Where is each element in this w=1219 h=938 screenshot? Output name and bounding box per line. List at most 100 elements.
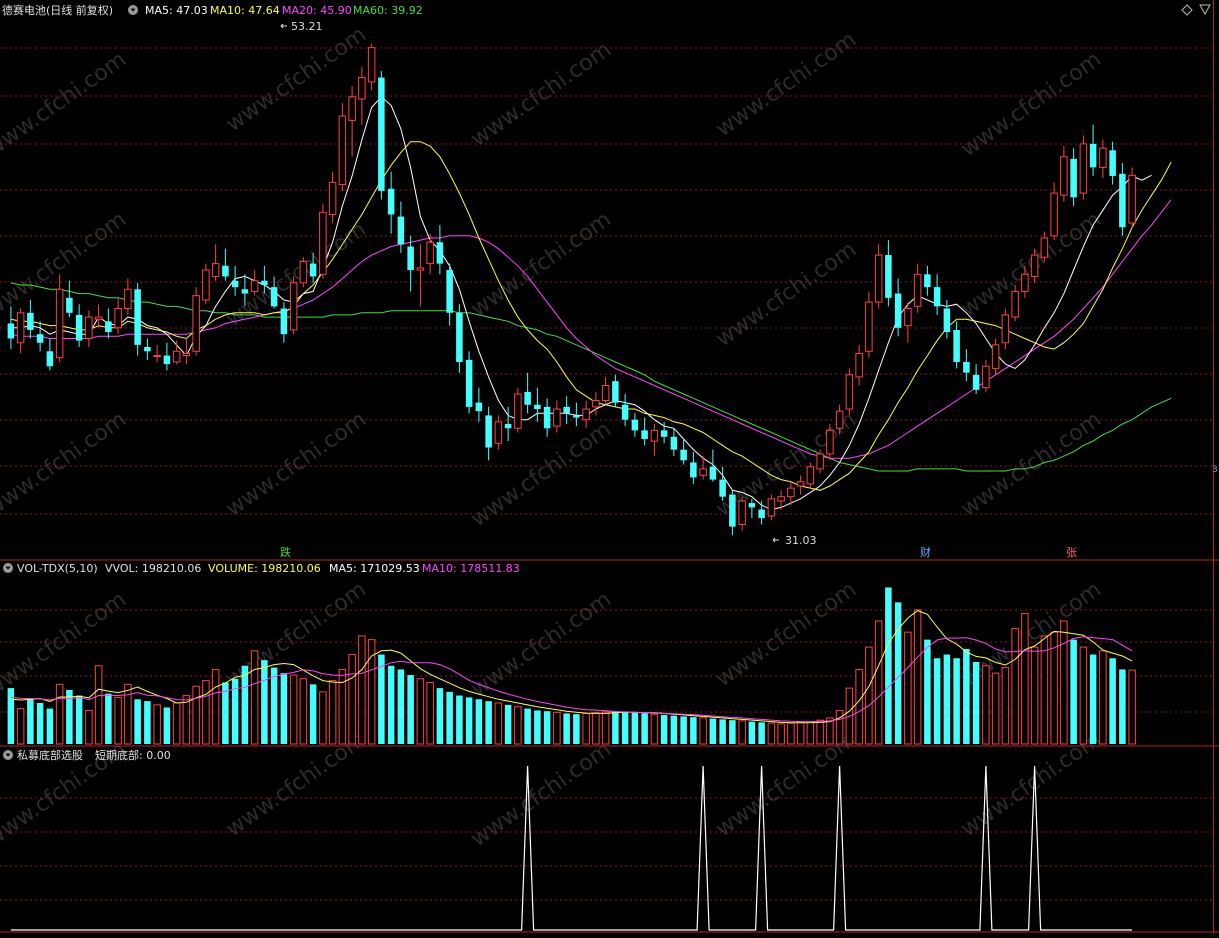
candle <box>436 225 444 275</box>
candle-body <box>748 503 756 508</box>
candle-body <box>378 77 385 191</box>
volume-bar <box>943 654 951 744</box>
candle <box>592 391 600 416</box>
candle <box>134 282 141 356</box>
marker-die[interactable]: 跌 <box>280 545 291 559</box>
candle-body <box>524 391 531 405</box>
volume-bar <box>436 688 444 744</box>
axis-edge-label: 3 <box>1212 465 1218 475</box>
candle-body <box>114 308 122 329</box>
candle-body <box>680 449 687 461</box>
volume-bar <box>446 691 453 744</box>
volume-bar <box>543 711 551 744</box>
volume-bar <box>1001 667 1010 745</box>
volume-bar <box>1099 650 1107 745</box>
candle <box>36 321 44 352</box>
collapse-icon[interactable] <box>1199 4 1211 16</box>
candle-body <box>601 384 610 401</box>
candle-body <box>1060 156 1068 196</box>
candle <box>601 376 610 405</box>
candle-body <box>690 462 697 478</box>
candle-body <box>796 481 805 487</box>
candle <box>982 359 990 392</box>
candle <box>913 263 922 313</box>
candle <box>885 240 892 307</box>
candle <box>865 291 873 358</box>
candle <box>573 402 580 427</box>
candle-body <box>153 355 161 358</box>
volume-bar <box>885 587 892 744</box>
candle-body <box>913 273 922 307</box>
candle <box>670 428 678 457</box>
candle-body <box>534 404 541 410</box>
volume-bar <box>338 668 347 745</box>
main-dropdown-icon[interactable] <box>128 5 138 15</box>
candle-body <box>767 498 776 517</box>
volume-bar <box>660 714 668 744</box>
volume-label: VOLUME: 198210.06 <box>208 562 321 575</box>
indicator-dropdown-icon[interactable] <box>3 750 13 760</box>
volume-bar <box>924 639 931 744</box>
marker-cai[interactable]: 财 <box>920 545 931 559</box>
candle-body <box>134 289 141 345</box>
candle-body <box>943 308 951 333</box>
volume-bar <box>378 654 385 744</box>
candle-body <box>777 496 785 502</box>
watermark-text: www.cfchi.com <box>957 407 1106 522</box>
volume-bar <box>933 658 941 744</box>
volume-bar <box>485 701 492 744</box>
volume-bar <box>982 665 990 745</box>
candle-body <box>475 402 483 412</box>
candle-body <box>904 308 912 327</box>
candle <box>963 349 970 382</box>
volume-bar <box>280 673 288 744</box>
candle <box>328 171 337 223</box>
candle <box>690 451 697 484</box>
volume-bar <box>709 718 717 744</box>
candle <box>407 235 414 292</box>
volume-bar <box>904 631 912 745</box>
volume-bar <box>55 683 64 745</box>
diamond-icon[interactable] <box>1181 4 1193 16</box>
candle <box>767 494 776 521</box>
candle-body <box>835 410 844 429</box>
volume-bar <box>85 709 93 745</box>
volume-bar <box>1021 613 1029 745</box>
candle-body <box>407 246 414 271</box>
volume-bar <box>94 665 103 745</box>
candle-body <box>650 429 659 442</box>
volume-bar <box>16 708 25 745</box>
candle <box>972 364 980 395</box>
volume-bar <box>1070 639 1077 744</box>
volume-bar <box>953 658 960 744</box>
volume-bar <box>1089 654 1097 744</box>
candle-body <box>709 466 717 480</box>
candle <box>514 387 522 433</box>
candle-body <box>261 280 268 285</box>
volume-header: VOL-TDX(5,10) VVOL: 198210.06 VOLUME: 19… <box>3 562 520 575</box>
volume-bar <box>134 699 141 744</box>
candle <box>631 413 639 437</box>
volume-bar <box>650 713 659 745</box>
candle-body <box>94 316 103 320</box>
candle-body <box>66 297 73 313</box>
candle <box>738 496 746 531</box>
candle <box>485 406 492 461</box>
volume-bar <box>416 678 425 745</box>
candle-body <box>592 399 600 408</box>
volume-ma5-label: MA5: 171029.53 <box>329 562 420 575</box>
candle-body <box>1089 143 1097 168</box>
candle <box>953 321 960 369</box>
volume-bar <box>250 650 259 745</box>
volume-bar <box>172 702 181 745</box>
volume-dropdown-icon[interactable] <box>3 563 13 573</box>
candle <box>114 297 122 335</box>
volume-bar <box>913 609 922 745</box>
volume-bar <box>397 669 405 744</box>
volume-bar <box>270 667 278 744</box>
watermark-text: www.cfchi.com <box>467 207 616 322</box>
marker-zhang[interactable]: 张 <box>1066 546 1077 559</box>
candle-body <box>1128 174 1136 224</box>
volume-bar <box>299 678 308 745</box>
volume-bar <box>514 706 522 745</box>
